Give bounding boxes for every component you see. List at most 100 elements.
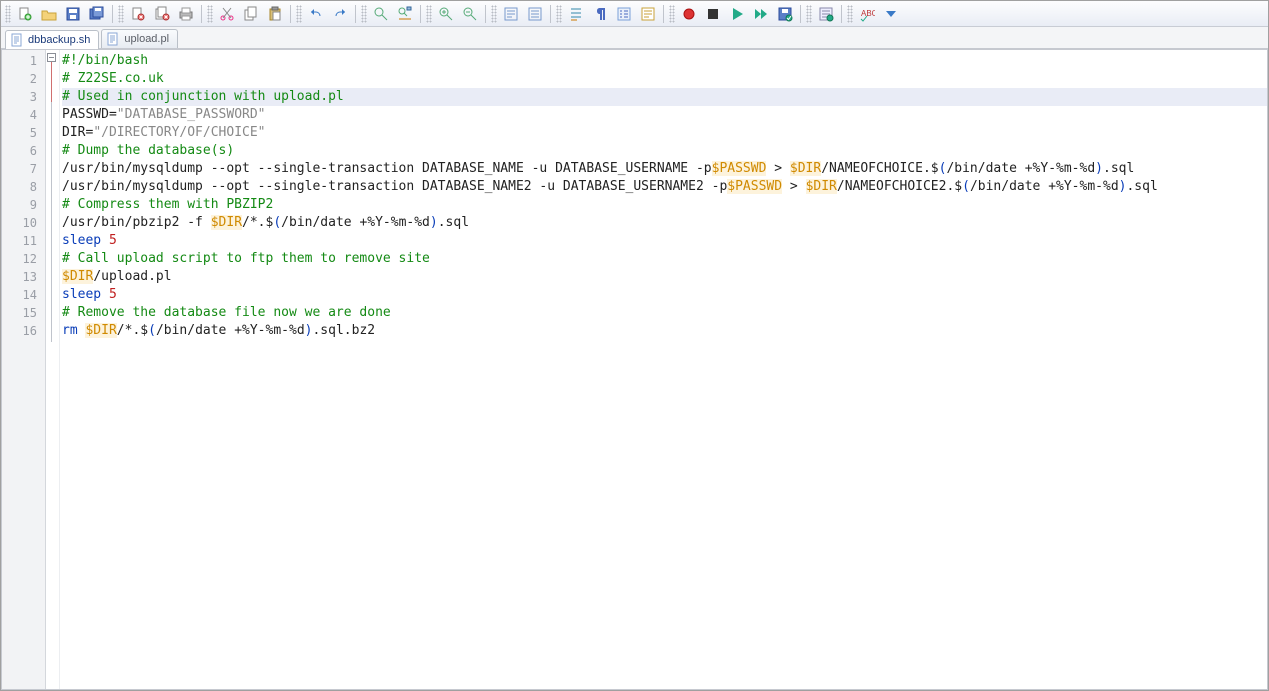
code-line[interactable]: # Remove the database file now we are do… bbox=[62, 304, 1267, 322]
close-file-button[interactable] bbox=[127, 3, 149, 25]
options-dropdown-button[interactable] bbox=[880, 3, 902, 25]
line-number: 7 bbox=[2, 160, 45, 178]
zoom-out-button[interactable] bbox=[459, 3, 481, 25]
editor-tab[interactable]: upload.pl bbox=[101, 29, 178, 48]
toggle-wrap-button[interactable] bbox=[500, 3, 522, 25]
play-fast-button[interactable] bbox=[750, 3, 772, 25]
code-token: # Remove the database file now we are do… bbox=[62, 305, 391, 320]
toolbar-grip bbox=[5, 5, 11, 23]
tab-label: dbbackup.sh bbox=[28, 34, 90, 46]
copy-button[interactable] bbox=[240, 3, 262, 25]
code-line[interactable]: sleep 5 bbox=[62, 286, 1267, 304]
code-line[interactable]: /usr/bin/pbzip2 -f $DIR/*.$(/bin/date +%… bbox=[62, 214, 1267, 232]
stop-macro-button[interactable] bbox=[702, 3, 724, 25]
new-file-button[interactable] bbox=[14, 3, 36, 25]
document-map-button[interactable] bbox=[637, 3, 659, 25]
find-icon bbox=[373, 6, 389, 22]
toggle-whitespace-button[interactable] bbox=[524, 3, 546, 25]
code-line[interactable]: sleep 5 bbox=[62, 232, 1267, 250]
code-token: /NAMEOFCHOICE.$ bbox=[821, 161, 938, 176]
line-number: 2 bbox=[2, 70, 45, 88]
print-icon bbox=[178, 6, 194, 22]
code-token: $PASSWD bbox=[712, 161, 767, 176]
code-line[interactable]: PASSWD="DATABASE_PASSWORD" bbox=[62, 106, 1267, 124]
code-line[interactable]: # Call upload script to ftp them to remo… bbox=[62, 250, 1267, 268]
document-map-icon bbox=[640, 6, 656, 22]
spellcheck-button[interactable]: ABC bbox=[856, 3, 878, 25]
code-token: $DIR bbox=[806, 179, 837, 194]
toggle-line-numbers-icon bbox=[616, 6, 632, 22]
zoom-in-button[interactable] bbox=[435, 3, 457, 25]
editor-area: 12345678910111213141516 #!/bin/bash # Z22… bbox=[1, 49, 1268, 690]
line-number: 15 bbox=[2, 304, 45, 322]
fold-guide bbox=[51, 62, 52, 102]
editor-tab[interactable]: dbbackup.sh bbox=[5, 30, 99, 49]
cut-button[interactable] bbox=[216, 3, 238, 25]
line-number: 16 bbox=[2, 322, 45, 340]
file-icon bbox=[10, 33, 24, 47]
save-button[interactable] bbox=[62, 3, 84, 25]
code-token: $PASSWD bbox=[727, 179, 782, 194]
code-token: $DIR bbox=[62, 269, 93, 284]
code-token: $DIR bbox=[85, 323, 116, 338]
show-pilcrow-button[interactable] bbox=[589, 3, 611, 25]
fold-collapse-icon[interactable] bbox=[47, 53, 56, 62]
open-file-icon bbox=[41, 6, 57, 22]
indent-left-button[interactable] bbox=[565, 3, 587, 25]
redo-icon bbox=[332, 6, 348, 22]
toolbar-grip bbox=[118, 5, 124, 23]
record-macro-button[interactable] bbox=[678, 3, 700, 25]
code-line[interactable]: # Z22SE.co.uk bbox=[62, 70, 1267, 88]
code-token: # Call upload script to ftp them to remo… bbox=[62, 251, 430, 266]
code-editor[interactable]: #!/bin/bash # Z22SE.co.uk# Used in conjun… bbox=[60, 50, 1267, 689]
file-icon bbox=[106, 32, 120, 46]
run-button[interactable] bbox=[815, 3, 837, 25]
line-number-gutter: 12345678910111213141516 bbox=[2, 50, 46, 689]
toolbar-separator bbox=[112, 5, 113, 23]
find-replace-button[interactable] bbox=[394, 3, 416, 25]
paste-icon bbox=[267, 6, 283, 22]
save-macro-button[interactable] bbox=[774, 3, 796, 25]
play-macro-button[interactable] bbox=[726, 3, 748, 25]
code-token: /usr/bin/mysqldump --opt --single-transa… bbox=[62, 179, 727, 194]
code-line[interactable]: # Dump the database(s) bbox=[62, 142, 1267, 160]
line-number: 6 bbox=[2, 142, 45, 160]
save-all-icon bbox=[89, 6, 105, 22]
zoom-in-icon bbox=[438, 6, 454, 22]
code-line[interactable]: /usr/bin/mysqldump --opt --single-transa… bbox=[62, 178, 1267, 196]
toggle-line-numbers-button[interactable] bbox=[613, 3, 635, 25]
paste-button[interactable] bbox=[264, 3, 286, 25]
redo-button[interactable] bbox=[329, 3, 351, 25]
code-token: # Used in conjunction with upload.pl bbox=[62, 89, 344, 104]
close-all-button[interactable] bbox=[151, 3, 173, 25]
code-token: > bbox=[782, 179, 805, 194]
code-line[interactable]: /usr/bin/mysqldump --opt --single-transa… bbox=[62, 160, 1267, 178]
tab-label: upload.pl bbox=[124, 33, 169, 45]
save-all-button[interactable] bbox=[86, 3, 108, 25]
code-token: .sql bbox=[1103, 161, 1134, 176]
code-line[interactable]: DIR="/DIRECTORY/OF/CHOICE" bbox=[62, 124, 1267, 142]
toolbar-grip bbox=[426, 5, 432, 23]
code-token: #!/bin/bash bbox=[62, 53, 148, 68]
code-token: /*.$ bbox=[242, 215, 273, 230]
code-token: 5 bbox=[109, 233, 117, 248]
code-token: /usr/bin/mysqldump --opt --single-transa… bbox=[62, 161, 712, 176]
code-token bbox=[101, 233, 109, 248]
play-macro-icon bbox=[729, 6, 745, 22]
code-line[interactable]: # Used in conjunction with upload.pl bbox=[62, 88, 1267, 106]
open-file-button[interactable] bbox=[38, 3, 60, 25]
code-token: "/DIRECTORY/OF/CHOICE" bbox=[93, 125, 265, 140]
line-number: 10 bbox=[2, 214, 45, 232]
code-line[interactable]: # Compress them with PBZIP2 bbox=[62, 196, 1267, 214]
tab-bar: dbbackup.sh upload.pl bbox=[1, 27, 1268, 49]
find-button[interactable] bbox=[370, 3, 392, 25]
code-line[interactable]: #!/bin/bash bbox=[62, 52, 1267, 70]
code-token: rm bbox=[62, 323, 78, 338]
toolbar-separator bbox=[290, 5, 291, 23]
code-token: .sql.bz2 bbox=[312, 323, 375, 338]
print-button[interactable] bbox=[175, 3, 197, 25]
code-token: /usr/bin/pbzip2 -f bbox=[62, 215, 211, 230]
undo-button[interactable] bbox=[305, 3, 327, 25]
code-line[interactable]: rm $DIR/*.$(/bin/date +%Y-%m-%d).sql.bz2 bbox=[62, 322, 1267, 340]
code-line[interactable]: $DIR/upload.pl bbox=[62, 268, 1267, 286]
